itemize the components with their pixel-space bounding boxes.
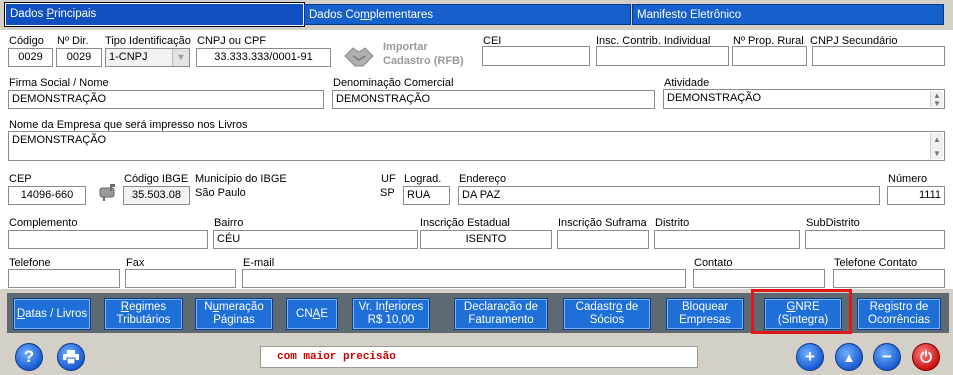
insc-estadual-field[interactable]: ISENTO xyxy=(420,230,552,249)
tab-manifesto-eletronico[interactable]: Manifesto Eletrônico xyxy=(632,4,944,25)
subdistrito-field[interactable] xyxy=(805,230,945,249)
gnre-highlight xyxy=(751,289,852,334)
codigo-ibge-label: Código IBGE xyxy=(124,173,189,185)
codigo-ibge-field[interactable]: 35.503.08 xyxy=(123,186,190,205)
chevron-down-icon[interactable]: ▼ xyxy=(172,49,189,66)
n-dir-label: Nº Dir. xyxy=(57,35,89,47)
email-label: E-mail xyxy=(243,257,275,269)
cnpj-secundario-field[interactable] xyxy=(812,46,945,66)
firma-label: Firma Social / Nome xyxy=(9,77,109,89)
cadastro-socios-button[interactable]: Cadastro de Sócios xyxy=(563,298,651,330)
tab-dados-complementares[interactable]: Dados Complementares xyxy=(304,4,631,25)
numero-field[interactable]: 1111 xyxy=(887,186,945,205)
tipo-identificacao-label: Tipo Identificação xyxy=(105,35,191,47)
fax-field[interactable] xyxy=(125,269,236,288)
lograd-label: Lograd. xyxy=(404,173,442,185)
uf-value: SP xyxy=(380,187,395,199)
contato-label: Contato xyxy=(694,257,733,269)
bairro-field[interactable]: CÉU xyxy=(213,230,418,249)
atividade-scrollbar[interactable]: ▲ ▼ xyxy=(930,91,943,108)
cnpj-cpf-field[interactable]: 33.333.333/0001-91 xyxy=(196,48,331,67)
importar-label: Importar xyxy=(383,41,428,53)
firma-field[interactable]: DEMONSTRAÇÃO xyxy=(8,90,324,109)
endereco-label: Endereço xyxy=(459,173,507,185)
atividade-field[interactable]: DEMONSTRAÇÃO ▲ ▼ xyxy=(663,89,945,109)
bairro-label: Bairro xyxy=(214,217,244,229)
cnae-button[interactable]: CNAE xyxy=(286,298,338,330)
municipio-ibge-value: São Paulo xyxy=(195,187,246,199)
atividade-label: Atividade xyxy=(664,77,710,89)
telefone-label: Telefone xyxy=(9,257,51,269)
printer-icon xyxy=(63,350,79,364)
nome-livros-label: Nome da Empresa que será impresso nos Li… xyxy=(9,119,248,131)
n-dir-field[interactable]: 0029 xyxy=(56,48,102,67)
bloquear-empresas-button[interactable]: Bloquear Empresas xyxy=(666,298,744,330)
insc-estadual-label: Inscrição Estadual xyxy=(420,217,510,229)
power-icon[interactable]: ⏻ xyxy=(912,343,940,371)
regimes-tributarios-button[interactable]: Regimes Tributários xyxy=(104,298,183,330)
insc-contrib-field[interactable] xyxy=(596,46,729,66)
scroll-down-icon[interactable]: ▼ xyxy=(933,150,941,158)
fax-label: Fax xyxy=(126,257,145,269)
handshake-icon xyxy=(344,47,374,67)
cnpj-cpf-label: CNPJ ou CPF xyxy=(197,35,267,47)
codigo-label: Código xyxy=(9,35,44,47)
denominacao-label: Denominação Comercial xyxy=(333,77,454,89)
up-arrow-icon[interactable]: ▲ xyxy=(835,343,863,371)
distrito-label: Distrito xyxy=(655,217,690,229)
subdistrito-label: SubDistrito xyxy=(806,217,860,229)
complemento-field[interactable] xyxy=(8,230,208,249)
mailbox-icon[interactable] xyxy=(98,183,118,201)
insc-suframa-field[interactable] xyxy=(557,230,649,249)
insc-suframa-label: Inscrição Suframa xyxy=(558,217,647,229)
telefone-field[interactable] xyxy=(8,269,120,288)
tipo-identificacao-select[interactable]: 1-CNPJ ▼ xyxy=(105,48,190,67)
registro-ocorrencias-button[interactable]: Registro de Ocorrências xyxy=(857,298,941,330)
municipio-ibge-label: Município do IBGE xyxy=(195,173,287,185)
scroll-down-icon[interactable]: ▼ xyxy=(933,100,941,108)
contato-field[interactable] xyxy=(693,269,825,288)
endereco-field[interactable]: DA PAZ xyxy=(458,186,880,205)
remove-icon[interactable]: − xyxy=(873,343,901,371)
cadastro-rfb-label: Cadastro (RFB) xyxy=(383,55,464,67)
cei-field[interactable] xyxy=(482,46,590,66)
datas-livros-button[interactable]: Datas / Livros xyxy=(13,298,91,330)
codigo-field[interactable]: 0029 xyxy=(8,48,53,67)
tab-dados-principais[interactable]: Dados Principais xyxy=(4,2,305,27)
declaracao-faturamento-button[interactable]: Declaração de Faturamento xyxy=(454,298,548,330)
numero-label: Número xyxy=(888,173,928,185)
scroll-up-icon[interactable]: ▲ xyxy=(933,136,941,144)
tab-bar: Dados Principais Dados Complementares Ma… xyxy=(0,0,953,30)
telefone-contato-label: Telefone Contato xyxy=(834,257,918,269)
lograd-field[interactable]: RUA xyxy=(403,186,450,205)
numeracao-paginas-button[interactable]: Numeração Páginas xyxy=(195,298,273,330)
nome-livros-field[interactable]: DEMONSTRAÇÃO ▲ ▼ xyxy=(8,131,945,161)
telefone-contato-field[interactable] xyxy=(833,269,945,288)
uf-label: UF xyxy=(381,173,396,185)
cep-field[interactable]: 14096-660 xyxy=(8,186,86,205)
importar-cadastro-button[interactable]: Importar Cadastro (RFB) xyxy=(343,40,478,72)
prop-rural-field[interactable] xyxy=(732,46,807,66)
cep-label: CEP xyxy=(9,173,32,185)
email-field[interactable] xyxy=(242,269,686,288)
complemento-label: Complemento xyxy=(9,217,78,229)
status-message: com maior precisão xyxy=(260,346,698,368)
add-icon[interactable]: + xyxy=(796,343,824,371)
nome-livros-scrollbar[interactable]: ▲ ▼ xyxy=(930,133,943,159)
denominacao-field[interactable]: DEMONSTRAÇÃO xyxy=(332,90,655,109)
distrito-field[interactable] xyxy=(654,230,800,249)
print-icon[interactable] xyxy=(57,343,85,371)
help-icon[interactable]: ? xyxy=(15,343,43,371)
valores-inferiores-button[interactable]: Vr. Inferiores R$ 10,00 xyxy=(352,298,430,330)
